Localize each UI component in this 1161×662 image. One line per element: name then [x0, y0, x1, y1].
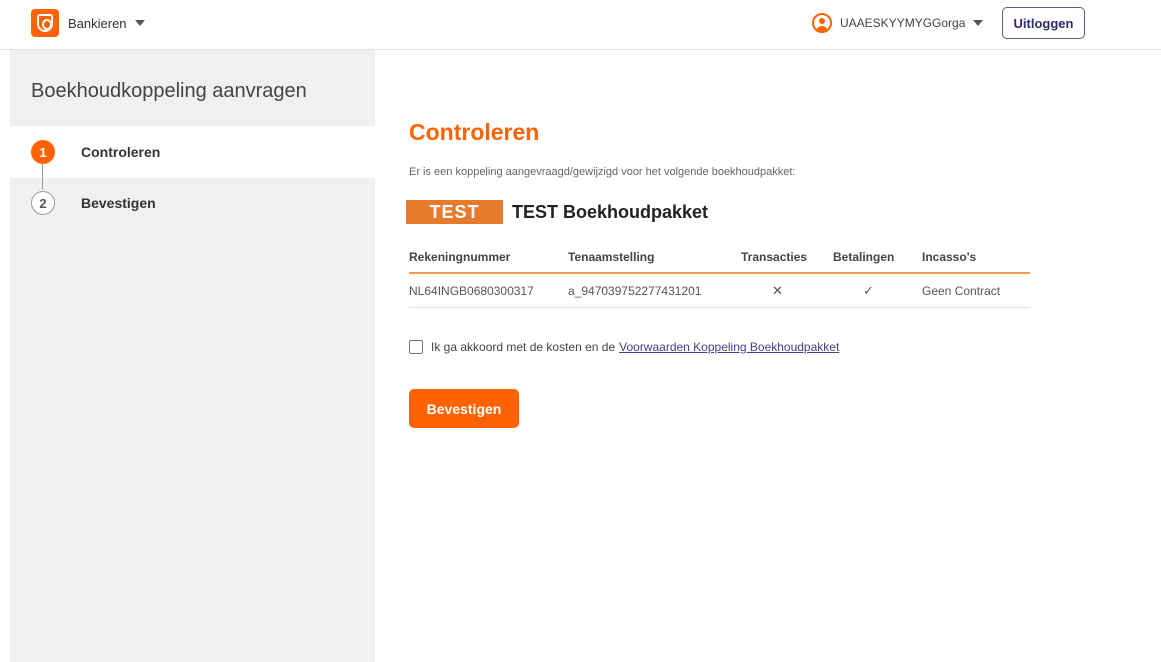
- column-header-rekeningnummer: Rekeningnummer: [409, 250, 511, 264]
- agree-row: Ik ga akkoord met de kosten en de Voorwa…: [409, 340, 839, 354]
- cell-holder: a_947039752277431201: [568, 284, 702, 298]
- package-name: TEST Boekhoudpakket: [512, 201, 709, 222]
- check-icon: ✓: [863, 283, 874, 298]
- cross-icon: ✕: [772, 283, 783, 298]
- package-badge: TEST: [406, 200, 503, 224]
- sidebar-title: Boekhoudkoppeling aanvragen: [31, 80, 307, 102]
- table-header-row: Rekeningnummer Tenaamstelling Transactie…: [409, 240, 1030, 274]
- bank-logo-icon: [31, 9, 59, 37]
- step-bevestigen[interactable]: 2 Bevestigen: [10, 177, 375, 229]
- cell-incassos: Geen Contract: [922, 284, 1001, 298]
- user-menu[interactable]: UAAESKYYMYGGorga: [812, 9, 984, 37]
- step-number-1: 1: [31, 140, 55, 164]
- cell-account: NL64INGB0680300317: [409, 284, 534, 298]
- chevron-down-icon: [134, 20, 145, 26]
- agree-text: Ik ga akkoord met de kosten en de: [431, 340, 616, 354]
- page-title: Controleren: [409, 119, 540, 145]
- table-row: NL64INGB0680300317 a_947039752277431201 …: [409, 274, 1030, 308]
- agree-checkbox[interactable]: [409, 340, 423, 354]
- step-label-controleren: Controleren: [81, 144, 161, 160]
- voorwaarden-link[interactable]: Voorwaarden Koppeling Boekhoudpakket: [619, 340, 839, 354]
- chevron-down-icon: [973, 20, 984, 26]
- intro-text: Er is een koppeling aangevraagd/gewijzig…: [409, 166, 796, 178]
- step-controleren[interactable]: 1 Controleren: [10, 126, 375, 178]
- step-number-2: 2: [31, 191, 55, 215]
- user-icon: [812, 13, 832, 33]
- column-header-transacties: Transacties: [741, 250, 808, 264]
- accounts-table: Rekeningnummer Tenaamstelling Transactie…: [409, 240, 1030, 308]
- confirm-button[interactable]: Bevestigen: [409, 389, 519, 428]
- top-bar: Bankieren UAAESKYYMYGGorga Uitloggen: [0, 0, 1161, 50]
- user-name: UAAESKYYMYGGorga: [840, 16, 966, 30]
- column-header-betalingen: Betalingen: [833, 250, 895, 264]
- package-heading: TEST TEST Boekhoudpakket: [406, 200, 708, 224]
- column-header-incassos: Incasso's: [922, 250, 977, 264]
- bankieren-label: Bankieren: [68, 15, 127, 31]
- step-label-bevestigen: Bevestigen: [81, 195, 156, 211]
- sidebar: Boekhoudkoppeling aanvragen 1 Controlere…: [10, 50, 375, 662]
- logout-button[interactable]: Uitloggen: [1002, 7, 1085, 39]
- bankieren-menu[interactable]: Bankieren: [31, 8, 145, 38]
- column-header-tenaamstelling: Tenaamstelling: [568, 250, 655, 264]
